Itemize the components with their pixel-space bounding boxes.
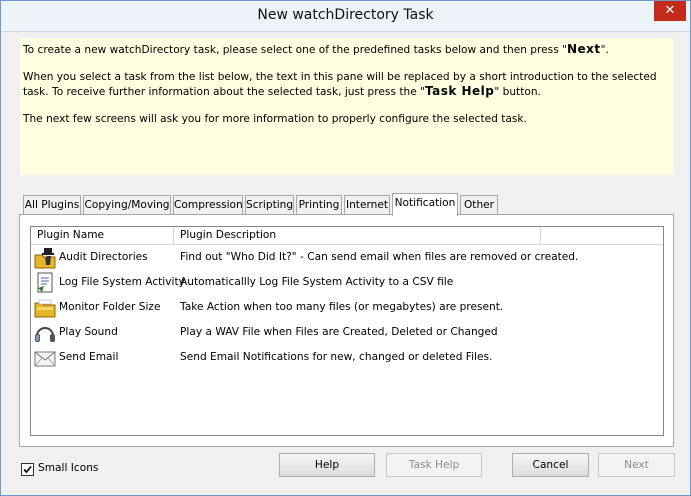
log-file-icon — [37, 272, 53, 293]
next-button[interactable]: Next — [598, 453, 675, 477]
title-bar: New watchDirectory Task ✕ — [1, 1, 690, 32]
tab-copying-moving[interactable]: Copying/Moving — [83, 195, 171, 214]
plugin-name: Send Email — [59, 351, 119, 363]
intro-pane: To create a new watchDirectory task, ple… — [20, 38, 674, 175]
plugin-description: Find out "Who Did It?" - Can send email … — [180, 251, 579, 263]
tab-all-plugins[interactable]: All Plugins — [23, 195, 81, 214]
tab-printing[interactable]: Printing — [296, 195, 342, 214]
close-button[interactable]: ✕ — [654, 1, 686, 21]
column-header-plugin-name[interactable]: Plugin Name — [31, 227, 174, 244]
plugin-description: Play a WAV File when Files are Created, … — [180, 326, 498, 338]
cancel-button[interactable]: Cancel — [512, 453, 589, 477]
small-icons-checkbox[interactable] — [21, 463, 34, 476]
folder-spy-icon — [34, 248, 56, 269]
tab-other[interactable]: Other — [460, 195, 498, 214]
plugin-description: Take Action when too many files (or mega… — [180, 301, 504, 313]
tab-internet[interactable]: Internet — [344, 195, 390, 214]
headphones-icon — [35, 327, 55, 342]
list-item[interactable]: Log File System Activity Automaticallly … — [31, 270, 663, 295]
list-item[interactable]: Audit Directories Find out "Who Did It?"… — [31, 245, 663, 270]
tab-scripting[interactable]: Scripting — [245, 195, 294, 214]
checkmark-icon — [23, 465, 32, 474]
footer-bar: Small Icons Help Task Help Cancel Next — [1, 453, 690, 493]
close-icon: ✕ — [664, 3, 676, 18]
task-help-button[interactable]: Task Help — [386, 453, 482, 477]
plugin-list[interactable]: Plugin Name Plugin Description Audit Dir… — [30, 226, 664, 436]
list-header: Plugin Name Plugin Description — [31, 227, 663, 245]
plugin-name: Monitor Folder Size — [59, 301, 161, 313]
column-header-plugin-description[interactable]: Plugin Description — [174, 227, 541, 244]
plugin-name: Audit Directories — [59, 251, 148, 263]
list-item[interactable]: Monitor Folder Size Take Action when too… — [31, 295, 663, 320]
tab-notification[interactable]: Notification — [392, 193, 458, 216]
envelope-icon — [34, 351, 56, 367]
dialog-window: New watchDirectory Task ✕ To create a ne… — [0, 0, 691, 496]
list-item[interactable]: Play Sound Play a WAV File when Files ar… — [31, 320, 663, 345]
intro-line-2: When you select a task from the list bel… — [23, 71, 657, 98]
plugin-description: Automaticallly Log File System Activity … — [180, 276, 454, 288]
folder-size-icon — [34, 299, 56, 318]
list-item[interactable]: Send Email Send Email Notifications for … — [31, 345, 663, 370]
tab-panel: Plugin Name Plugin Description Audit Dir… — [19, 214, 674, 447]
intro-line-3: The next few screens will ask you for mo… — [23, 113, 527, 125]
tab-compression[interactable]: Compression — [173, 195, 243, 214]
small-icons-label: Small Icons — [38, 462, 99, 474]
help-button[interactable]: Help — [279, 453, 375, 477]
window-title: New watchDirectory Task — [257, 7, 434, 23]
plugin-name: Play Sound — [59, 326, 118, 338]
intro-line-1: To create a new watchDirectory task, ple… — [23, 42, 609, 56]
plugin-name: Log File System Activity — [59, 276, 185, 288]
plugin-description: Send Email Notifications for new, change… — [180, 351, 493, 363]
